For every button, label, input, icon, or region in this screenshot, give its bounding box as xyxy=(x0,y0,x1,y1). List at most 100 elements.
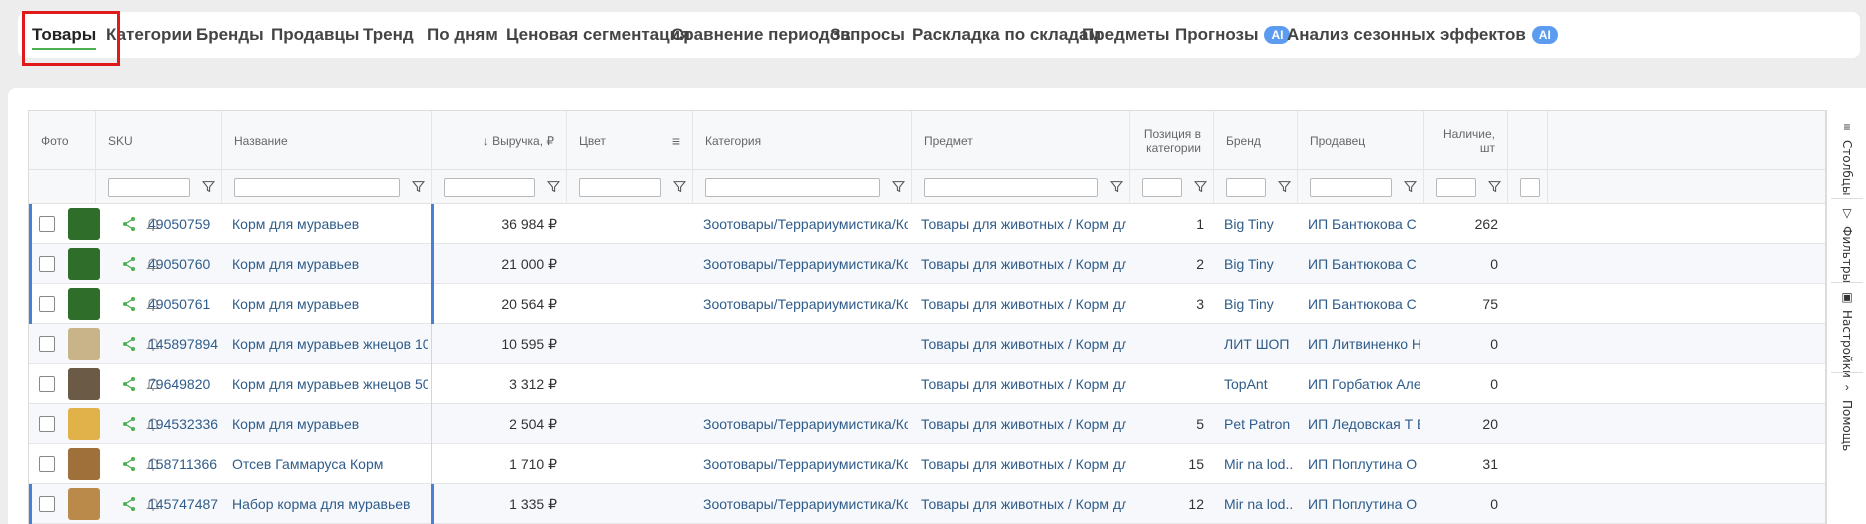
row-checkbox[interactable] xyxy=(39,456,55,472)
brand-link[interactable]: TopAnt xyxy=(1224,364,1294,404)
product-name-link[interactable]: Отсев Гаммаруса Корм xyxy=(232,444,428,484)
product-name-link[interactable]: Корм для муравьев жнецов 50 мл xyxy=(232,364,428,404)
share-icon[interactable] xyxy=(122,216,136,232)
row-checkbox[interactable] xyxy=(39,496,55,512)
product-name-link[interactable]: Корм для муравьев xyxy=(232,244,428,284)
rail-settings-button[interactable]: ▣ Настройки xyxy=(1827,290,1866,378)
product-thumbnail[interactable] xyxy=(68,288,100,320)
sku-link[interactable]: 158711366 xyxy=(148,444,218,484)
tab-2[interactable]: Бренды xyxy=(196,12,264,58)
product-name-link[interactable]: Корм для муравьев xyxy=(232,404,428,444)
share-icon[interactable] xyxy=(122,496,136,512)
seller-link[interactable]: ИП Горбатюк Але... xyxy=(1308,364,1420,404)
rail-filters-button[interactable]: ▽ Фильтры xyxy=(1827,206,1866,283)
brand-link[interactable]: Pet Patron xyxy=(1224,404,1294,444)
tab-3[interactable]: Продавцы xyxy=(271,12,359,58)
product-thumbnail[interactable] xyxy=(68,368,100,400)
table-row[interactable]: 49050760 Корм для муравьев 21 000 ₽ Зоотова… xyxy=(29,244,1825,284)
col-header-photo[interactable]: Фото xyxy=(29,111,96,170)
tab-6[interactable]: Ценовая сегментация xyxy=(506,12,690,58)
row-checkbox[interactable] xyxy=(39,296,55,312)
funnel-icon[interactable] xyxy=(547,180,560,193)
rail-columns-button[interactable]: ≡ Столбцы xyxy=(1827,120,1866,195)
funnel-icon[interactable] xyxy=(673,180,686,193)
column-filter-input[interactable] xyxy=(444,177,535,197)
subject-link[interactable]: Товары для животных / Корм для ... xyxy=(921,204,1126,244)
product-thumbnail[interactable] xyxy=(68,408,100,440)
category-link[interactable]: Зоотовары/Террариумистика/Корм... xyxy=(703,404,908,444)
sku-link[interactable]: 145897894 xyxy=(148,324,218,364)
col-header-sku[interactable]: SKU xyxy=(96,111,222,170)
tab-9[interactable]: Раскладка по складам xyxy=(912,12,1101,58)
category-link[interactable] xyxy=(703,364,908,404)
product-thumbnail[interactable] xyxy=(68,448,100,480)
funnel-icon[interactable] xyxy=(1278,180,1291,193)
sku-link[interactable]: 79649820 xyxy=(148,364,218,404)
column-filter-input[interactable] xyxy=(234,177,400,197)
product-thumbnail[interactable] xyxy=(68,208,100,240)
sku-link[interactable]: 49050760 xyxy=(148,244,218,284)
sku-link[interactable]: 49050759 xyxy=(148,204,218,244)
share-icon[interactable] xyxy=(122,256,136,272)
category-link[interactable]: Зоотовары/Террариумистика/Корм... xyxy=(703,244,908,284)
funnel-icon[interactable] xyxy=(1194,180,1207,193)
col-header-seller[interactable]: Продавец xyxy=(1298,111,1424,170)
tab-5[interactable]: По дням xyxy=(427,12,498,58)
col-header-stock[interactable]: Наличие, шт xyxy=(1424,111,1508,170)
column-menu-icon[interactable]: ≡ xyxy=(672,134,680,148)
seller-link[interactable]: ИП Поплутина О Ю xyxy=(1308,484,1420,524)
row-checkbox[interactable] xyxy=(39,256,55,272)
column-filter-input[interactable] xyxy=(1226,177,1266,197)
category-link[interactable]: Зоотовары/Террариумистика/Корм... xyxy=(703,444,908,484)
share-icon[interactable] xyxy=(122,416,136,432)
product-name-link[interactable]: Корм для муравьев xyxy=(232,204,428,244)
seller-link[interactable]: ИП Бантюкова С В xyxy=(1308,244,1420,284)
category-link[interactable]: Зоотовары/Террариумистика/Корм... xyxy=(703,484,908,524)
funnel-icon[interactable] xyxy=(202,180,215,193)
col-header-brand[interactable]: Бренд xyxy=(1214,111,1298,170)
brand-link[interactable]: Mir na lod... xyxy=(1224,484,1294,524)
column-filter-input[interactable] xyxy=(1142,177,1182,197)
subject-link[interactable]: Товары для животных / Корм для ... xyxy=(921,444,1126,484)
product-thumbnail[interactable] xyxy=(68,248,100,280)
subject-link[interactable]: Товары для животных / Корм для ... xyxy=(921,324,1126,364)
seller-link[interactable]: ИП Бантюкова С В xyxy=(1308,204,1420,244)
brand-link[interactable]: Big Tiny xyxy=(1224,244,1294,284)
row-checkbox[interactable] xyxy=(39,216,55,232)
brand-link[interactable]: Mir na lod... xyxy=(1224,444,1294,484)
subject-link[interactable]: Товары для животных / Корм для ... xyxy=(921,364,1126,404)
product-name-link[interactable]: Корм для муравьев жнецов 100 мл xyxy=(232,324,428,364)
tab-7[interactable]: Сравнение периодов xyxy=(671,12,851,58)
seller-link[interactable]: ИП Поплутина О Ю xyxy=(1308,444,1420,484)
tab-12[interactable]: Анализ сезонных эффектов AI xyxy=(1287,12,1558,58)
seller-link[interactable]: ИП Литвиненко Н... xyxy=(1308,324,1420,364)
product-name-link[interactable]: Корм для муравьев xyxy=(232,284,428,324)
column-filter-input[interactable] xyxy=(705,177,880,197)
column-filter-input[interactable] xyxy=(579,177,661,197)
brand-link[interactable]: Big Tiny xyxy=(1224,284,1294,324)
tab-10[interactable]: Предметы xyxy=(1082,12,1170,58)
category-link[interactable]: Зоотовары/Террариумистика/Корм... xyxy=(703,204,908,244)
tab-4[interactable]: Тренд xyxy=(363,12,414,58)
tab-11[interactable]: Прогнозы AI xyxy=(1175,12,1291,58)
subject-link[interactable]: Товары для животных / Корм для ... xyxy=(921,484,1126,524)
funnel-icon[interactable] xyxy=(1110,180,1123,193)
table-row[interactable]: 158711366 Отсев Гаммаруса Корм 1 710 ₽ Зоот… xyxy=(29,444,1825,484)
col-header-name[interactable]: Название xyxy=(222,111,432,170)
column-filter-input[interactable] xyxy=(1310,177,1392,197)
share-icon[interactable] xyxy=(122,336,136,352)
brand-link[interactable]: Big Tiny xyxy=(1224,204,1294,244)
col-header-subject[interactable]: Предмет xyxy=(912,111,1130,170)
subject-link[interactable]: Товары для животных / Корм для ... xyxy=(921,284,1126,324)
column-filter-input[interactable] xyxy=(924,177,1098,197)
row-checkbox[interactable] xyxy=(39,416,55,432)
funnel-icon[interactable] xyxy=(1488,180,1501,193)
table-row[interactable]: 194532336 Корм для муравьев 2 504 ₽ Зоотова… xyxy=(29,404,1825,444)
col-header-position[interactable]: Позиция в категории xyxy=(1130,111,1214,170)
table-row[interactable]: 145897894 Корм для муравьев жнецов 100 мл… xyxy=(29,324,1825,364)
share-icon[interactable] xyxy=(122,456,136,472)
row-checkbox[interactable] xyxy=(39,376,55,392)
col-header-revenue[interactable]: ↓ Выручка, ₽ xyxy=(432,111,567,170)
column-filter-input[interactable] xyxy=(1520,177,1540,197)
col-header-category[interactable]: Категория xyxy=(693,111,912,170)
